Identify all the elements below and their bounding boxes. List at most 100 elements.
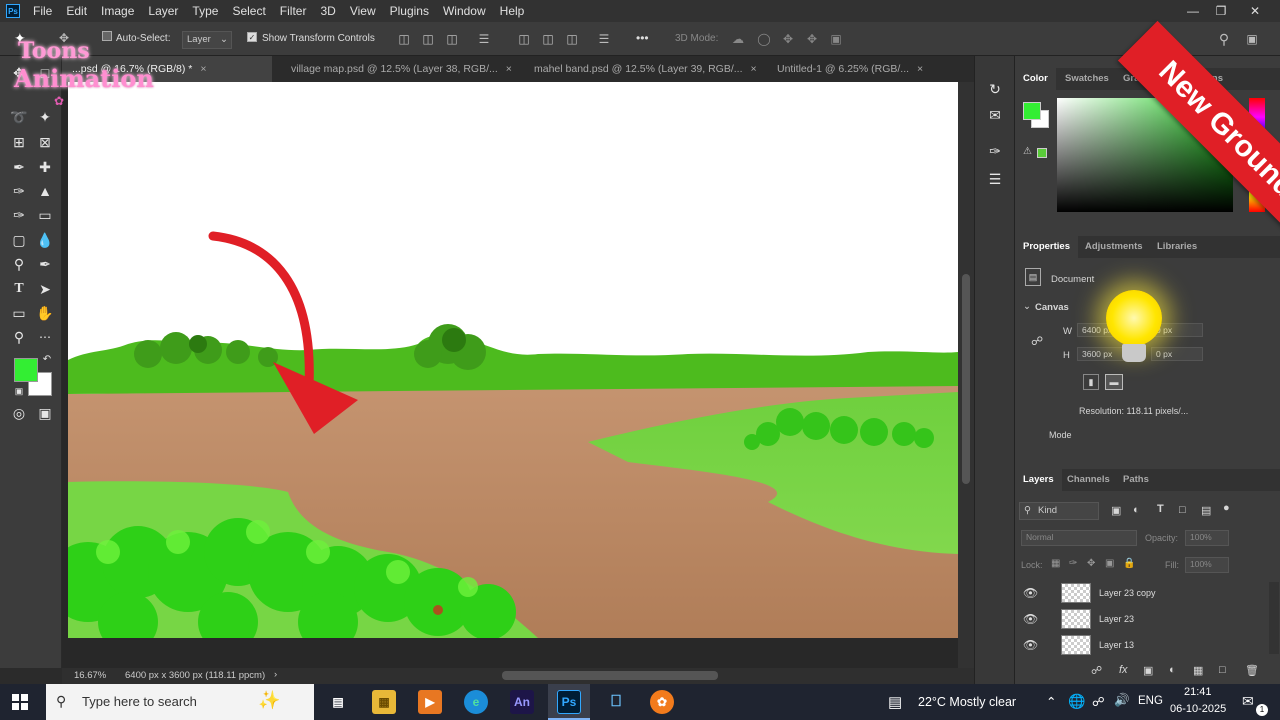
- fx-icon[interactable]: fx: [1119, 664, 1128, 676]
- foreground-color-swatch[interactable]: [14, 358, 38, 382]
- animate-app-icon[interactable]: An: [510, 690, 534, 714]
- tab-mahel-band[interactable]: mahel band.psd @ 12.5% (Layer 39, RGB/..…: [524, 56, 762, 82]
- menu-view[interactable]: View: [343, 0, 383, 22]
- menu-image[interactable]: Image: [94, 0, 141, 22]
- zoom-level[interactable]: 16.67%: [74, 670, 106, 681]
- eye-icon[interactable]: 👁: [1023, 612, 1038, 626]
- align-middle-icon[interactable]: ◫: [540, 31, 556, 47]
- align-bottom-icon[interactable]: ◫: [564, 31, 580, 47]
- clock-time[interactable]: 21:41: [1184, 686, 1212, 698]
- healing-tool-icon[interactable]: ✚: [34, 156, 56, 178]
- new-layer-icon[interactable]: □: [1219, 664, 1226, 676]
- photoshop-logo-icon[interactable]: Ps: [6, 4, 20, 18]
- more-tools-icon[interactable]: ⋯: [34, 326, 56, 348]
- volume-icon[interactable]: 🔊: [1114, 693, 1130, 708]
- align-top-icon[interactable]: ◫: [516, 31, 532, 47]
- pen-tool-icon[interactable]: ✒: [34, 253, 56, 275]
- globe-icon[interactable]: 🌐: [1068, 693, 1085, 710]
- notification-icon[interactable]: ✉: [1242, 693, 1254, 710]
- frame-tool-icon[interactable]: ⊠: [34, 131, 56, 153]
- new-group-icon[interactable]: ▦: [1193, 664, 1203, 677]
- weather-text[interactable]: 22°C Mostly clear: [918, 695, 1016, 709]
- network-icon[interactable]: ☍: [1092, 694, 1105, 709]
- filter-shape-icon[interactable]: □: [1179, 504, 1186, 516]
- zoom-tool-icon[interactable]: ⚲: [8, 326, 30, 348]
- path-selection-tool-icon[interactable]: ➤: [34, 278, 56, 300]
- gradient-tool-icon[interactable]: ▢: [8, 229, 30, 251]
- landscape-icon[interactable]: ▬: [1105, 374, 1123, 390]
- pan-3d-icon[interactable]: ✥: [780, 31, 796, 47]
- align-right-icon[interactable]: ◫: [444, 31, 460, 47]
- history-panel-icon[interactable]: ↻: [984, 78, 1006, 100]
- align-left-icon[interactable]: ◫: [396, 31, 412, 47]
- canvas-y-field[interactable]: 0 px: [1151, 347, 1203, 361]
- search-icon[interactable]: ⚲: [1216, 31, 1232, 47]
- layer-row[interactable]: 👁 Layer 13: [1015, 632, 1265, 658]
- adjustment-layer-icon[interactable]: ◐: [1169, 664, 1176, 676]
- menu-type[interactable]: Type: [185, 0, 225, 22]
- chevron-up-icon[interactable]: ⌃: [1046, 694, 1056, 709]
- workspace-icon[interactable]: ▣: [1244, 31, 1260, 47]
- tab-close-icon[interactable]: ×: [751, 63, 757, 75]
- menu-3d[interactable]: 3D: [313, 0, 342, 22]
- camera-3d-icon[interactable]: ▣: [828, 31, 844, 47]
- menu-file[interactable]: File: [26, 0, 59, 22]
- gamut-swatch[interactable]: [1037, 148, 1047, 158]
- link-icon[interactable]: ☍: [1031, 334, 1043, 348]
- brush-settings-icon[interactable]: ✑: [984, 140, 1006, 162]
- tab-layers[interactable]: Layers: [1015, 469, 1062, 491]
- filter-adjustment-icon[interactable]: ◐: [1133, 504, 1140, 516]
- language-indicator[interactable]: ENG: [1138, 695, 1163, 707]
- media-player-icon[interactable]: ▶: [418, 690, 442, 714]
- show-transform-checkbox[interactable]: ✓: [247, 32, 257, 42]
- eyedropper-tool-icon[interactable]: ✒: [8, 156, 30, 178]
- menu-help[interactable]: Help: [493, 0, 532, 22]
- slide-3d-icon[interactable]: ✥: [804, 31, 820, 47]
- task-view-icon[interactable]: ▤: [326, 690, 350, 714]
- brush-tool-icon[interactable]: ✑: [8, 180, 30, 202]
- delete-layer-icon[interactable]: 🗑: [1245, 664, 1259, 677]
- windows-start-icon[interactable]: [12, 694, 28, 710]
- layer-kind-filter[interactable]: ⚲ Kind: [1019, 502, 1099, 520]
- close-icon[interactable]: ✕: [1242, 0, 1268, 22]
- rectangle-tool-icon[interactable]: ▭: [8, 302, 30, 324]
- lock-transparent-icon[interactable]: ▦: [1051, 558, 1060, 569]
- tab-paths[interactable]: Paths: [1115, 469, 1157, 491]
- lock-position-icon[interactable]: ✥: [1087, 558, 1095, 569]
- tab-close-icon[interactable]: ×: [200, 63, 206, 75]
- vertical-scroll-thumb[interactable]: [962, 274, 970, 484]
- orbit-3d-icon[interactable]: ☁: [730, 31, 746, 47]
- filter-smart-object-icon[interactable]: ▤: [1201, 504, 1211, 517]
- layer-select[interactable]: Layer ⌄: [182, 31, 232, 49]
- tab-channels[interactable]: Channels: [1059, 469, 1118, 491]
- filter-image-icon[interactable]: ▣: [1111, 504, 1121, 517]
- layer-row[interactable]: 👁 Layer 23 copy: [1015, 580, 1265, 606]
- more-options-button[interactable]: •••: [636, 31, 649, 45]
- portrait-icon[interactable]: ▮: [1083, 374, 1099, 390]
- fill-field[interactable]: 100%: [1185, 557, 1229, 573]
- tab-properties[interactable]: Properties: [1015, 236, 1078, 258]
- blend-mode-select[interactable]: Normal: [1021, 530, 1137, 546]
- eye-icon[interactable]: 👁: [1023, 638, 1038, 652]
- history-brush-tool-icon[interactable]: ✑: [8, 204, 30, 226]
- default-colors-icon[interactable]: ▣: [12, 384, 26, 398]
- link-layers-icon[interactable]: ☍: [1091, 664, 1102, 677]
- tab-village-map[interactable]: village map.psd @ 12.5% (Layer 38, RGB/.…: [281, 56, 519, 82]
- canvas-workspace[interactable]: [62, 82, 958, 668]
- tab-close-icon[interactable]: ×: [917, 63, 923, 75]
- vertical-scrollbar[interactable]: [958, 82, 974, 668]
- laptop-app-icon[interactable]: ⎕: [604, 690, 628, 714]
- swap-colors-icon[interactable]: ↶: [40, 352, 54, 366]
- menu-window[interactable]: Window: [436, 0, 493, 22]
- menu-plugins[interactable]: Plugins: [383, 0, 436, 22]
- adjust-sliders-icon[interactable]: ☰: [984, 168, 1006, 190]
- gamut-warning-icon[interactable]: ⚠: [1023, 146, 1032, 157]
- dodge-tool-icon[interactable]: ⚲: [8, 253, 30, 275]
- status-arrow-icon[interactable]: ›: [274, 669, 277, 680]
- hand-tool-icon[interactable]: ✋: [34, 302, 56, 324]
- menu-select[interactable]: Select: [225, 0, 272, 22]
- menu-edit[interactable]: Edit: [59, 0, 94, 22]
- weather-icon[interactable]: ▤: [888, 693, 902, 711]
- comments-panel-icon[interactable]: ✉: [984, 104, 1006, 126]
- taskbar-search-box[interactable]: ⚲ Type here to search ✨: [46, 684, 314, 720]
